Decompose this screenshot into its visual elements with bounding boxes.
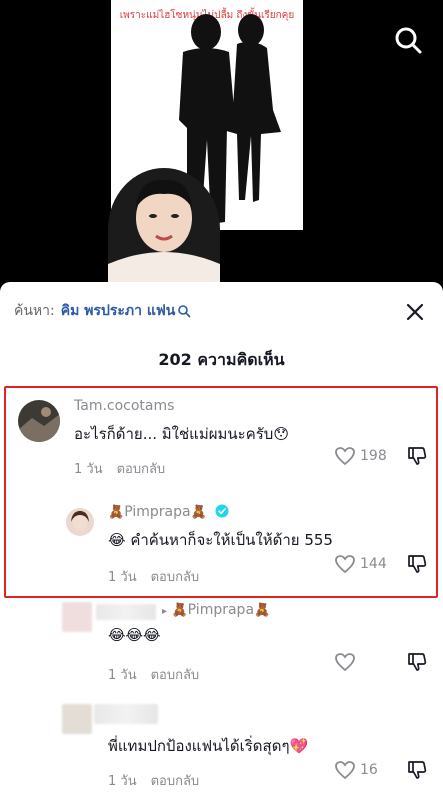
blurred-username bbox=[94, 704, 158, 724]
search-prefix: ค้นหา: bbox=[14, 303, 55, 319]
reply-to-username[interactable]: Pimprapa bbox=[188, 602, 254, 618]
reply-item: 🧸Pimprapa🧸 😂 คำค้นหาก็จะให้เป็นให้ด้าย 5… bbox=[0, 504, 443, 592]
reply-button[interactable]: ตอบกลับ bbox=[151, 668, 200, 683]
verified-badge-icon bbox=[215, 504, 229, 518]
reply-username[interactable]: 🧸Pimprapa🧸 bbox=[108, 504, 229, 520]
dislike-button[interactable] bbox=[406, 445, 428, 467]
heart-icon bbox=[335, 555, 355, 574]
reply-item: พี่แทมปกป้องแฟนได้เริ่ดสุดๆ💖 1 วัน ตอบกลั… bbox=[0, 704, 443, 794]
thumbs-down-icon bbox=[408, 555, 427, 573]
heart-emoji: 💖 bbox=[289, 737, 309, 755]
laughing-emoji: 😂 bbox=[108, 531, 126, 549]
reply-text: 😂😂😂 bbox=[108, 626, 161, 644]
caret-right-icon: ▸ bbox=[162, 606, 168, 617]
like-count: 144 bbox=[360, 556, 387, 572]
avatar[interactable] bbox=[62, 704, 92, 734]
comment-text: อะไรก็ด้าย... มิใช่แม่ผมนะครับ😯 bbox=[74, 422, 289, 446]
bear-emoji: 🧸 bbox=[171, 603, 188, 618]
reply-meta: 1 วัน ตอบกลับ bbox=[108, 664, 199, 685]
thumbs-down-icon bbox=[408, 761, 427, 779]
like-button[interactable]: 144 bbox=[334, 554, 387, 574]
heart-icon bbox=[335, 653, 355, 672]
like-count: 16 bbox=[360, 762, 378, 778]
heart-icon bbox=[335, 761, 355, 780]
avatar[interactable] bbox=[66, 508, 94, 536]
comment-time: 1 วัน bbox=[74, 462, 103, 477]
comments-count-title: 202 ความคิดเห็น bbox=[158, 350, 285, 369]
surprised-emoji: 😯 bbox=[273, 425, 289, 443]
reply-time: 1 วัน bbox=[108, 668, 137, 683]
reply-button[interactable]: ตอบกลับ bbox=[151, 570, 200, 585]
video-search-button[interactable] bbox=[392, 24, 424, 56]
dislike-button[interactable] bbox=[406, 759, 428, 781]
reply-body: คำค้นหาก็จะให้เป็นให้ด้าย 555 bbox=[130, 531, 333, 549]
search-keyword[interactable]: คิม พรประภา แฟน bbox=[61, 300, 176, 322]
reply-text: 😂 คำค้นหาก็จะให้เป็นให้ด้าย 555 bbox=[108, 528, 333, 552]
reply-body: พี่แทมปกป้องแฟนได้เริ่ดสุดๆ bbox=[108, 737, 290, 755]
blurred-username bbox=[96, 604, 156, 620]
close-icon bbox=[406, 303, 424, 321]
search-suggestion[interactable]: ค้นหา: คิม พรประภา แฟน bbox=[14, 300, 191, 322]
reply-item: ▸ 🧸Pimprapa🧸 😂😂😂 1 วัน ตอบกลับ bbox=[0, 602, 443, 692]
thumbs-down-icon bbox=[408, 653, 427, 671]
comment-meta: 1 วัน ตอบกลับ bbox=[74, 458, 165, 479]
tiktok-screen: เพราะแม่ไฮโซหนุ่มไม่ปลื้ม ถึงขั้นเรียกคุ… bbox=[0, 0, 443, 800]
comment-item: Tam.cocotams อะไรก็ด้าย... มิใช่แม่ผมนะค… bbox=[0, 398, 443, 488]
close-comments-button[interactable] bbox=[404, 301, 426, 323]
bear-emoji: 🧸 bbox=[254, 603, 271, 618]
dislike-button[interactable] bbox=[406, 553, 428, 575]
avatar[interactable] bbox=[62, 602, 92, 632]
heart-icon bbox=[335, 447, 355, 466]
bear-emoji: 🧸 bbox=[190, 505, 207, 520]
reply-text: พี่แทมปกป้องแฟนได้เริ่ดสุดๆ💖 bbox=[108, 734, 308, 758]
dislike-button[interactable] bbox=[406, 651, 428, 673]
comments-sheet: ค้นหา: คิม พรประภา แฟน 202 ความคิดเห็น T… bbox=[0, 282, 443, 800]
reply-to-label: ▸ 🧸Pimprapa🧸 bbox=[162, 602, 270, 618]
reply-time: 1 วัน bbox=[108, 570, 137, 585]
avatar[interactable] bbox=[18, 400, 60, 442]
like-button[interactable]: 16 bbox=[334, 760, 378, 780]
reply-button[interactable]: ตอบกลับ bbox=[151, 774, 200, 789]
like-count: 198 bbox=[360, 448, 387, 464]
search-icon bbox=[178, 305, 191, 318]
comment-username[interactable]: Tam.cocotams bbox=[74, 398, 174, 414]
reply-meta: 1 วัน ตอบกลับ bbox=[108, 770, 199, 791]
comment-body: อะไรก็ด้าย... มิใช่แม่ผมนะครับ bbox=[74, 425, 274, 443]
username-text: Pimprapa bbox=[124, 504, 191, 520]
search-icon bbox=[395, 27, 422, 54]
reply-button[interactable]: ตอบกลับ bbox=[117, 462, 166, 477]
video-player[interactable]: เพราะแม่ไฮโซหนุ่มไม่ปลื้ม ถึงขั้นเรียกคุ… bbox=[0, 0, 443, 290]
reply-time: 1 วัน bbox=[108, 774, 137, 789]
like-button[interactable] bbox=[334, 652, 360, 672]
like-button[interactable]: 198 bbox=[334, 446, 387, 466]
thumbs-down-icon bbox=[408, 447, 427, 465]
presenter-image bbox=[108, 168, 220, 290]
reply-meta: 1 วัน ตอบกลับ bbox=[108, 566, 199, 587]
bear-emoji: 🧸 bbox=[108, 505, 125, 520]
